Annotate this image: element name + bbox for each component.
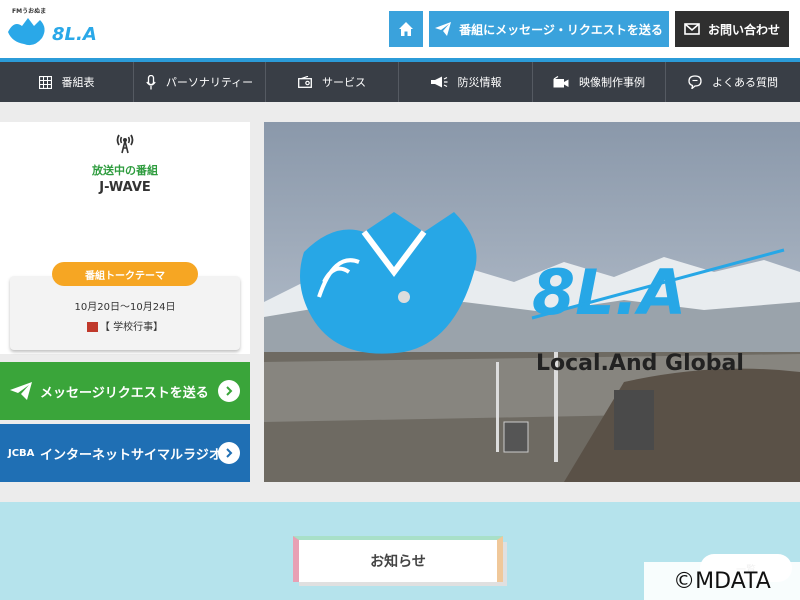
talk-theme-box — [10, 276, 240, 350]
nav-label-video: 映像制作事例 — [579, 76, 645, 89]
main-nav: 番組表 パーソナリティー サービス 防災情報 映像制作事例 よくある質問 — [0, 62, 800, 102]
hero-logo-main: 8L.A — [532, 256, 686, 329]
site-header: FMうおぬま 8L.A 番組にメッセージ・リクエストを送る お問い合わせ — [0, 0, 800, 62]
news-heading: お知らせ — [293, 536, 507, 586]
chevron-right-icon — [218, 380, 240, 402]
grid-icon — [38, 75, 52, 89]
microphone-icon — [146, 74, 156, 89]
contact-label: お問い合わせ — [707, 22, 780, 37]
hero-image: 8L.A Local.And Global — [264, 122, 800, 482]
chat-bubble-icon — [688, 75, 702, 89]
school-icon — [86, 322, 98, 332]
nav-item-service[interactable]: サービス — [266, 62, 399, 102]
talk-theme-dates: 10月20日〜10月24日 — [74, 302, 176, 313]
home-icon — [399, 22, 413, 36]
paper-plane-icon — [10, 382, 32, 400]
nav-item-schedule[interactable]: 番組表 — [0, 62, 134, 102]
logo-mark-icon: 8L.A — [8, 18, 97, 46]
simul-radio-button[interactable]: JCBA インターネットサイマルラジオ — [0, 424, 250, 482]
talk-theme-tag: 番組トークテーマ — [52, 262, 198, 286]
jcba-logo: JCBA — [8, 447, 35, 459]
contact-button[interactable]: お問い合わせ — [675, 11, 789, 47]
site-logo[interactable]: FMうおぬま 8L.A — [6, 6, 106, 54]
nav-label-disaster: 防災情報 — [457, 76, 502, 89]
onair-program: J-WAVE — [99, 180, 151, 195]
nav-item-personality[interactable]: パーソナリティー — [134, 62, 266, 102]
broadcast-tower-icon — [116, 134, 134, 154]
mail-icon — [684, 23, 700, 35]
simul-radio-label: インターネットサイマルラジオ — [40, 447, 222, 463]
nav-label-faq: よくある質問 — [712, 76, 778, 89]
talk-theme-topic: 【 学校行事】 — [10, 318, 240, 333]
nav-label-schedule: 番組表 — [61, 76, 95, 89]
send-message-button[interactable]: 番組にメッセージ・リクエストを送る — [429, 11, 669, 47]
talk-topic-text: 【 学校行事】 — [99, 322, 164, 333]
logo-text: 8L.A — [52, 24, 97, 45]
message-request-button[interactable]: メッセージリクエストを送る — [0, 362, 250, 420]
hero-landscape: 8L.A Local.And Global — [264, 122, 800, 482]
news-title: お知らせ — [293, 536, 503, 582]
watermark: ©MDATA — [644, 562, 800, 600]
nav-label-service: サービス — [322, 76, 366, 89]
message-request-label: メッセージリクエストを送る — [40, 385, 209, 401]
nav-label-personality: パーソナリティー — [165, 76, 254, 89]
nav-item-faq[interactable]: よくある質問 — [666, 62, 800, 102]
nav-item-disaster[interactable]: 防災情報 — [399, 62, 533, 102]
home-button[interactable] — [389, 11, 423, 47]
video-camera-icon — [553, 76, 569, 88]
radio-icon — [298, 76, 312, 88]
chevron-right-icon — [218, 442, 240, 464]
hero-logo-sub: Local.And Global — [536, 351, 744, 376]
nav-item-video[interactable]: 映像制作事例 — [533, 62, 666, 102]
paper-plane-icon — [435, 22, 452, 36]
megaphone-icon — [430, 76, 447, 87]
send-message-label: 番組にメッセージ・リクエストを送る — [459, 22, 663, 37]
onair-label: 放送中の番組 — [92, 164, 158, 177]
